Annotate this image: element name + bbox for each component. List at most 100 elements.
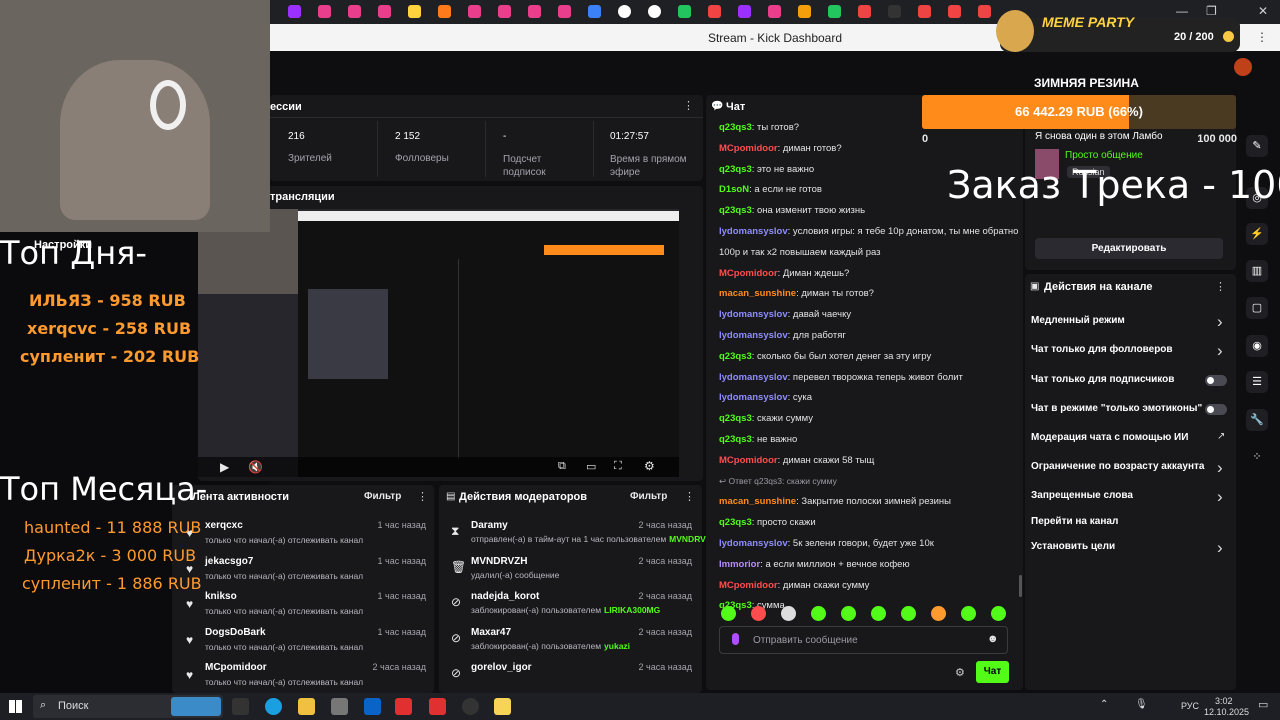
- lightning-icon[interactable]: ⚡: [1246, 223, 1268, 245]
- emote-icon[interactable]: [991, 606, 1006, 621]
- tab-icon[interactable]: [678, 5, 691, 18]
- tab-icon[interactable]: [768, 5, 781, 18]
- tab-icon[interactable]: [558, 5, 571, 18]
- outlook-icon[interactable]: [364, 698, 381, 715]
- settings-icon[interactable]: ⚙: [644, 459, 655, 473]
- toggle-switch[interactable]: [1205, 375, 1227, 386]
- app-icon[interactable]: [494, 698, 511, 715]
- activity-username[interactable]: DogsDoBark: [205, 627, 266, 638]
- yandex-browser-icon[interactable]: [395, 698, 412, 715]
- chat-send-button[interactable]: Чат: [976, 661, 1009, 683]
- apps-icon[interactable]: ⁘: [1246, 446, 1268, 468]
- chevron-right-icon[interactable]: ›: [1217, 341, 1223, 361]
- activity-filter-button[interactable]: Фильтр: [364, 491, 401, 502]
- tab-icon[interactable]: [618, 5, 631, 18]
- more-icon[interactable]: ⋮: [683, 99, 694, 112]
- edit-icon[interactable]: ✎: [1246, 135, 1268, 157]
- yandex-icon[interactable]: [429, 698, 446, 715]
- chat-input[interactable]: Отправить сообщение ☻: [719, 626, 1008, 654]
- activity-username[interactable]: MCpomidoor: [205, 662, 267, 673]
- tab-icon[interactable]: [408, 5, 421, 18]
- maximize-icon[interactable]: ❐: [1206, 4, 1217, 18]
- clock-time[interactable]: 3:02: [1215, 696, 1233, 706]
- emoji-icon[interactable]: ☻: [987, 633, 999, 645]
- mod-filter-button[interactable]: Фильтр: [630, 491, 667, 502]
- emote-icon[interactable]: [721, 606, 736, 621]
- channel-action-7[interactable]: Запрещенные слова: [1031, 490, 1133, 501]
- tab-icon[interactable]: [468, 5, 481, 18]
- emote-icon[interactable]: [931, 606, 946, 621]
- close-icon[interactable]: ✕: [1258, 4, 1268, 18]
- stream-preview-video[interactable]: ▶ 🔇 ⧉ ▭ ⛶ ⚙: [198, 209, 679, 477]
- language-indicator[interactable]: РУС: [1181, 701, 1199, 711]
- tab-icon[interactable]: [498, 5, 511, 18]
- tab-icon[interactable]: [948, 5, 961, 18]
- channel-action-6[interactable]: Ограничение по возрасту аккаунта: [1031, 461, 1205, 472]
- chat-bubble-icon[interactable]: ▢: [1246, 297, 1268, 319]
- tab-icon[interactable]: [438, 5, 451, 18]
- taskbar-search[interactable]: ⌕ Поиск: [33, 695, 223, 718]
- store-icon[interactable]: [331, 698, 348, 715]
- chat-settings-icon[interactable]: ⚙: [955, 666, 965, 679]
- channel-action-5[interactable]: Модерация чата с помощью ИИ: [1031, 432, 1188, 443]
- chat-username[interactable]: lydomansyslov: [719, 392, 788, 403]
- fullscreen-icon[interactable]: ⛶: [614, 460, 622, 473]
- chat-username[interactable]: lydomansyslov: [719, 309, 788, 320]
- emote-icon[interactable]: [871, 606, 886, 621]
- avatar[interactable]: [1234, 58, 1252, 76]
- channel-action-9[interactable]: Установить цели: [1031, 541, 1115, 552]
- tab-icon[interactable]: [648, 5, 661, 18]
- edit-stream-button[interactable]: Редактировать: [1035, 238, 1223, 259]
- start-icon[interactable]: [9, 700, 22, 713]
- mod-action-username[interactable]: gorelov_igor: [471, 662, 532, 673]
- tab-icon[interactable]: [738, 5, 751, 18]
- more-icon[interactable]: ⋮: [417, 490, 428, 503]
- channel-action-3[interactable]: Чат только для подписчиков: [1031, 374, 1174, 385]
- chevron-right-icon[interactable]: ›: [1217, 538, 1223, 558]
- channel-action-1[interactable]: Медленный режим: [1031, 315, 1125, 326]
- more-icon[interactable]: ⋮: [1215, 280, 1226, 293]
- chat-username[interactable]: lydomansyslov: [719, 538, 788, 549]
- tab-icon[interactable]: [798, 5, 811, 18]
- stack-icon[interactable]: ☰: [1246, 371, 1268, 393]
- emote-icon[interactable]: [751, 606, 766, 621]
- task-view-icon[interactable]: [232, 698, 249, 715]
- tab-icon[interactable]: [888, 5, 901, 18]
- tab-icon[interactable]: [918, 5, 931, 18]
- tab-icon[interactable]: [978, 5, 991, 18]
- tab-icon[interactable]: [348, 5, 361, 18]
- activity-username[interactable]: knikso: [205, 591, 237, 602]
- play-icon[interactable]: ▶: [220, 460, 229, 474]
- mic-tray-icon[interactable]: 🎙: [1135, 699, 1148, 710]
- emote-icon[interactable]: [781, 606, 796, 621]
- chat-username[interactable]: q23qs3: [719, 517, 752, 528]
- channel-action-4[interactable]: Чат в режиме "только эмотиконы": [1031, 403, 1202, 414]
- chat-username[interactable]: MCpomidoor: [719, 455, 778, 466]
- activity-username[interactable]: xerqcxc: [205, 520, 243, 531]
- chevron-right-icon[interactable]: ›: [1217, 487, 1223, 507]
- tab-icon[interactable]: [288, 5, 301, 18]
- chevron-right-icon[interactable]: ›: [1217, 312, 1223, 332]
- mod-action-username[interactable]: Daramy: [471, 520, 508, 531]
- chat-username[interactable]: MCpomidoor: [719, 268, 778, 279]
- tab-icon[interactable]: [588, 5, 601, 18]
- tab-icon[interactable]: [528, 5, 541, 18]
- chat-username[interactable]: lydomansyslov: [719, 372, 788, 383]
- chat-username[interactable]: q23qs3: [719, 413, 752, 424]
- tab-icon[interactable]: [378, 5, 391, 18]
- more-icon[interactable]: ⋮: [684, 490, 695, 503]
- channel-action-8[interactable]: Перейти на канал: [1031, 516, 1118, 527]
- tab-icon[interactable]: [828, 5, 841, 18]
- toggle-switch[interactable]: [1205, 404, 1227, 415]
- notification-icon[interactable]: ▭: [1258, 698, 1268, 711]
- chat-username[interactable]: MCpomidoor: [719, 143, 778, 154]
- channel-action-2[interactable]: Чат только для фолловеров: [1031, 344, 1173, 355]
- pip-icon[interactable]: ⧉: [558, 460, 566, 473]
- clipboard-icon[interactable]: ▥: [1246, 260, 1268, 282]
- tab-icon[interactable]: [708, 5, 721, 18]
- chat-username[interactable]: q23qs3: [719, 434, 752, 445]
- tray-arrow-icon[interactable]: ⌃: [1100, 699, 1108, 710]
- broadcast-icon[interactable]: ◉: [1246, 335, 1268, 357]
- minimize-icon[interactable]: —: [1176, 4, 1188, 18]
- edge-icon[interactable]: [265, 698, 282, 715]
